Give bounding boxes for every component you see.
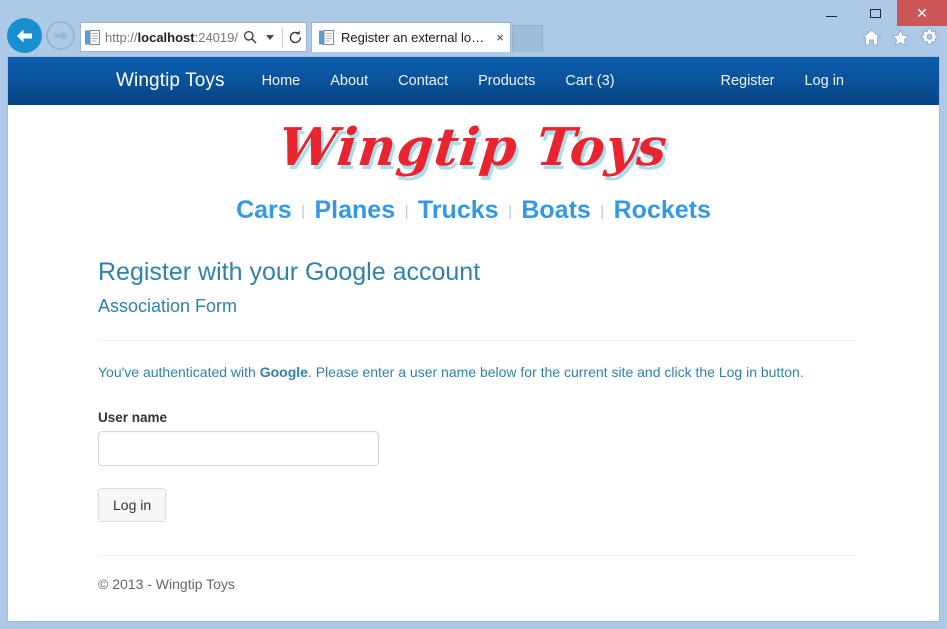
new-tab-button[interactable] <box>512 25 543 52</box>
intro-text-before: You've authenticated with <box>98 363 260 380</box>
caret-shape <box>266 34 274 40</box>
category-link-planes[interactable]: Planes <box>315 196 396 224</box>
tab-close-icon[interactable]: × <box>496 31 504 44</box>
maximize-icon <box>869 8 881 18</box>
tab-page-icon <box>318 29 335 46</box>
site-navbar: Wingtip Toys Home About Contact Products… <box>8 57 939 105</box>
site-nav-links: Home About Contact Products Cart (3) <box>247 73 630 89</box>
maximize-button[interactable] <box>853 0 897 26</box>
page-viewport: Wingtip Toys Home About Contact Products… <box>7 56 940 622</box>
content-divider <box>98 339 855 341</box>
username-input[interactable] <box>98 431 379 467</box>
address-divider <box>282 27 283 47</box>
username-label: User name <box>98 410 168 426</box>
home-icon[interactable] <box>862 29 881 46</box>
minimize-icon <box>825 16 837 17</box>
category-separator: | <box>404 203 409 220</box>
category-link-cars[interactable]: Cars <box>236 196 292 224</box>
browser-tab[interactable]: Register an external login - ... × <box>311 22 511 52</box>
site-logo[interactable]: Wingtip Toys <box>8 105 939 180</box>
category-separator: | <box>301 203 306 220</box>
gear-icon[interactable] <box>920 28 939 47</box>
category-link-rockets[interactable]: Rockets <box>614 196 711 224</box>
page-subtitle: Association Form <box>98 296 238 316</box>
footer-copyright: © 2013 - Wingtip Toys <box>98 576 235 593</box>
nav-item-contact[interactable]: Contact <box>383 73 463 89</box>
tab-strip: Register an external login - ... × <box>311 22 543 52</box>
page-body: Wingtip Toys Cars | Planes | Trucks | Bo… <box>8 105 939 592</box>
nav-item-products[interactable]: Products <box>463 73 550 89</box>
site-nav-account-links: Register Log in <box>705 73 859 89</box>
minimize-button[interactable] <box>809 0 853 26</box>
intro-text-after: . Please enter a user name below for the… <box>307 363 804 380</box>
back-arrow-icon <box>17 29 32 42</box>
nav-item-cart[interactable]: Cart (3) <box>550 73 629 89</box>
back-button[interactable] <box>7 18 42 53</box>
association-form: User name Log in <box>98 410 855 523</box>
search-icon[interactable] <box>242 30 258 44</box>
chevron-down-icon[interactable] <box>262 34 278 40</box>
intro-provider-name: Google <box>259 363 308 380</box>
category-link-boats[interactable]: Boats <box>521 196 590 224</box>
address-bar[interactable]: http://localhost:24019/Acc <box>80 22 307 52</box>
page-document-icon <box>84 29 101 46</box>
window-controls: ✕ <box>809 0 947 26</box>
nav-item-home[interactable]: Home <box>247 73 316 89</box>
intro-text: You've authenticated with Google. Please… <box>98 363 855 383</box>
refresh-icon[interactable] <box>287 30 303 45</box>
category-separator: | <box>507 203 512 220</box>
chrome-toolbar-icons <box>862 28 939 47</box>
browser-chrome: ✕ http://localhost:24019/ Register an ex… <box>0 0 947 56</box>
page-title: Register with your Google account <box>98 258 481 286</box>
browser-window: ✕ http://localhost:24019/ Register an ex… <box>0 0 947 629</box>
forward-arrow-icon <box>53 30 68 41</box>
category-links: Cars | Planes | Trucks | Boats | Rockets <box>8 180 939 231</box>
footer-divider <box>98 555 855 557</box>
forward-button[interactable] <box>46 21 75 50</box>
nav-item-about[interactable]: About <box>315 73 383 89</box>
login-button[interactable]: Log in <box>98 488 167 523</box>
url-host: localhost <box>137 29 195 45</box>
main-content: Register with your Google account Associ… <box>8 257 939 592</box>
category-link-trucks[interactable]: Trucks <box>418 196 499 224</box>
nav-item-login[interactable]: Log in <box>789 73 859 89</box>
url-rest: :24019/Acc <box>194 29 238 45</box>
nav-item-register[interactable]: Register <box>705 73 789 89</box>
tab-title: Register an external login - ... <box>341 30 490 45</box>
category-separator: | <box>600 203 605 220</box>
url-text: http://localhost:24019/Acc <box>105 29 238 46</box>
navigation-buttons <box>7 18 75 53</box>
close-button[interactable]: ✕ <box>897 0 947 26</box>
star-icon[interactable] <box>891 28 910 47</box>
site-brand[interactable]: Wingtip Toys <box>116 70 225 92</box>
site-logo-text: Wingtip Toys <box>276 117 671 178</box>
url-prefix: http:// <box>105 29 138 45</box>
